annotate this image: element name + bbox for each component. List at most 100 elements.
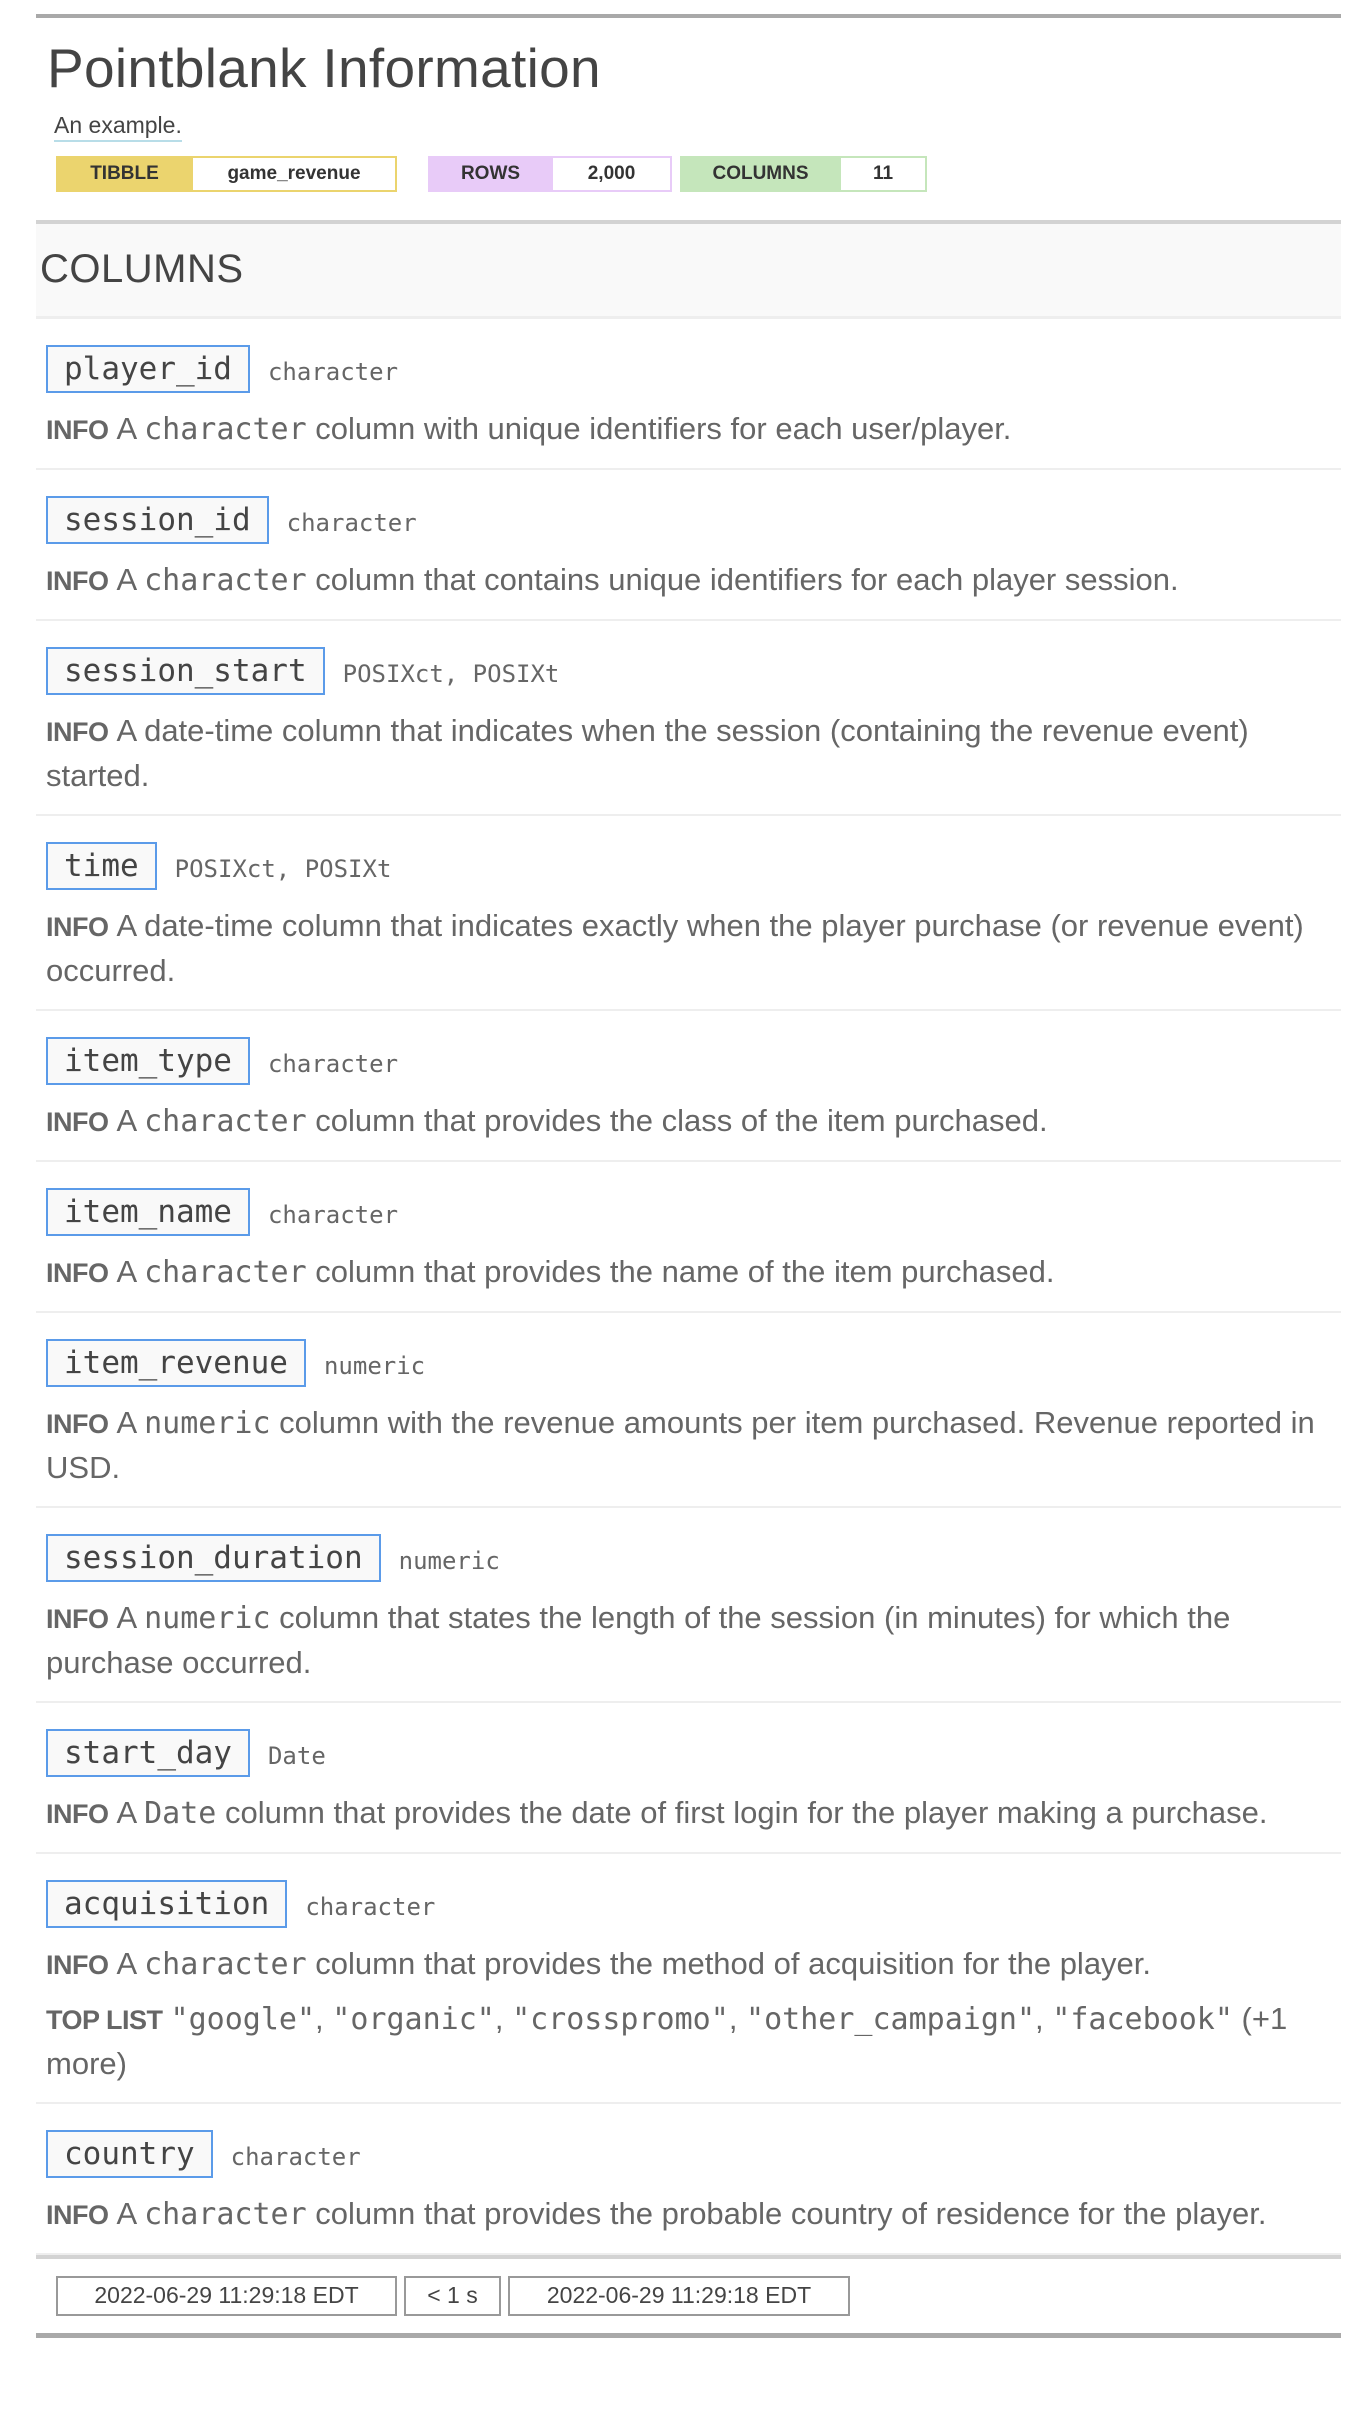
info-text: column with unique identifiers for each …: [306, 410, 1012, 446]
info-text: A: [116, 1253, 145, 1289]
column-type: numeric: [323, 1351, 426, 1380]
column-type: POSIXct, POSIXt: [342, 659, 560, 688]
info-text: column that provides the method of acqui…: [306, 1945, 1152, 1981]
column-name: country: [46, 2129, 213, 2178]
info-text: column that contains unique identifiers …: [306, 561, 1179, 597]
column-info: INFO A date-time column that indicates wh…: [46, 709, 1341, 798]
top-list-item: "other_campaign": [746, 2001, 1036, 2037]
column-type: character: [286, 508, 417, 537]
tibble-badge-value: game_revenue: [193, 157, 395, 190]
info-label: INFO: [46, 716, 109, 747]
column-header-line: country character: [46, 2128, 1341, 2180]
duration: < 1 s: [404, 2275, 501, 2316]
info-label: INFO: [46, 1603, 109, 1634]
info-text: A: [116, 1102, 145, 1138]
column-entry: session_start POSIXct, POSIXt INFO A date-t…: [36, 621, 1341, 816]
page-subtitle: An example.: [54, 112, 182, 142]
info-code-text: character: [144, 562, 307, 598]
start-time: 2022-06-29 11:29:18 EDT: [56, 2275, 397, 2316]
footer: 2022-06-29 11:29:18 EDT < 1 s 2022-06-29…: [56, 2275, 1341, 2316]
info-text: column that provides the date of first l…: [216, 1794, 1268, 1830]
column-entry: player_id character INFO A character column…: [36, 319, 1341, 470]
column-entry: country character INFO A character column t…: [36, 2104, 1341, 2255]
info-text: column that provides the probable countr…: [306, 2195, 1267, 2231]
column-name: item_revenue: [46, 1338, 306, 1387]
column-type: numeric: [398, 1546, 500, 1575]
info-label: INFO: [46, 1798, 109, 1829]
info-code-text: character: [144, 2196, 307, 2232]
info-text: column that provides the class of the it…: [306, 1102, 1048, 1138]
column-name: item_name: [46, 1187, 250, 1236]
info-text: A date-time column that indicates exactl…: [46, 907, 1304, 988]
column-type: character: [267, 357, 399, 386]
rows-badge-label: ROWS: [460, 162, 521, 184]
columns-list: player_id character INFO A character column…: [36, 319, 1341, 2255]
info-code-text: Date: [144, 1795, 217, 1831]
tibble-badge-label: TIBBLE: [90, 162, 159, 184]
column-type: character: [267, 1049, 399, 1078]
column-entry: start_day Date INFO A Date column that prov…: [36, 1703, 1341, 1854]
rows-badge-value: 2,000: [553, 157, 670, 190]
top-list-item: "crosspromo": [512, 2001, 729, 2037]
info-text: A: [116, 2195, 145, 2231]
info-text: A: [116, 561, 145, 597]
column-type: character: [230, 2142, 361, 2171]
columns-badge-value: 11: [841, 157, 925, 190]
column-type: character: [305, 1892, 436, 1921]
page-title: Pointblank Information: [47, 37, 601, 99]
info-label: INFO: [46, 1106, 109, 1137]
column-type: Date: [267, 1741, 326, 1770]
column-name: player_id: [46, 344, 250, 393]
columns-badge: COLUMNS 11: [680, 155, 927, 192]
top-list-item: "organic": [332, 2001, 495, 2037]
info-text: A: [116, 1404, 145, 1440]
tibble-badge: TIBBLE game_revenue: [56, 155, 397, 192]
column-info: INFO A character column that provides the…: [46, 1250, 1341, 1295]
column-info: INFO A date-time column that indicates ex…: [46, 904, 1341, 993]
info-text: A: [116, 1945, 145, 1981]
info-label: INFO: [46, 1257, 109, 1288]
column-header-line: item_name character: [46, 1186, 1341, 1238]
column-name: item_type: [46, 1036, 250, 1085]
column-info: INFO A numeric column with the revenue am…: [46, 1401, 1341, 1490]
top-rule: [36, 14, 1341, 18]
column-type: POSIXct, POSIXt: [174, 854, 392, 883]
column-name: acquisition: [46, 1879, 288, 1928]
info-code-text: character: [144, 1254, 307, 1290]
info-code-text: numeric: [144, 1405, 271, 1441]
info-text: A: [116, 1599, 145, 1635]
column-name: session_duration: [46, 1533, 381, 1582]
column-info: INFO A character column that provides the…: [46, 1099, 1341, 1144]
column-name: session_id: [46, 495, 269, 544]
bottom-rule: [36, 2332, 1341, 2338]
pointblank-info-report: Pointblank Information An example. TIBBL…: [36, 14, 1341, 2338]
column-header-line: item_type character: [46, 1035, 1341, 1087]
column-top-list: TOP LIST "google", "organic", "crosspromo…: [46, 2000, 1288, 2081]
column-header-line: session_duration numeric: [46, 1532, 1341, 1584]
top-list-item: "facebook": [1052, 2001, 1233, 2037]
column-header-line: time POSIXct, POSIXt: [46, 840, 1341, 892]
column-entry: item_name character INFO A character column…: [36, 1162, 1341, 1313]
column-header-line: session_start POSIXct, POSIXt: [46, 645, 1341, 697]
info-label: INFO: [46, 1408, 109, 1439]
info-text: A: [116, 410, 145, 446]
column-entry: time POSIXct, POSIXt INFO A date-time colum…: [36, 816, 1341, 1011]
column-type: character: [267, 1200, 399, 1229]
column-name: session_start: [46, 646, 325, 695]
end-time: 2022-06-29 11:29:18 EDT: [508, 2275, 850, 2316]
column-info: INFO A Date column that provides the date…: [46, 1791, 1341, 1836]
column-header-line: item_revenue numeric: [46, 1337, 1341, 1389]
info-label: INFO: [46, 1949, 109, 1980]
columns-badge-label: COLUMNS: [712, 162, 809, 184]
column-name: start_day: [46, 1728, 250, 1777]
column-entry: item_revenue numeric INFO A numeric column …: [36, 1313, 1341, 1508]
column-info: INFO A character column that contains uni…: [46, 558, 1341, 603]
top-list-item: "google": [170, 2001, 316, 2037]
column-entry: acquisition character INFO A character colu…: [36, 1854, 1341, 2104]
info-code-text: character: [144, 1103, 307, 1139]
column-info: INFO A character column that provides the…: [46, 2192, 1341, 2237]
column-info: INFO A character column with unique ident…: [46, 407, 1341, 452]
column-header-line: session_id character: [46, 494, 1341, 546]
info-label: INFO: [46, 911, 109, 942]
columns-section-title: COLUMNS: [40, 247, 244, 292]
